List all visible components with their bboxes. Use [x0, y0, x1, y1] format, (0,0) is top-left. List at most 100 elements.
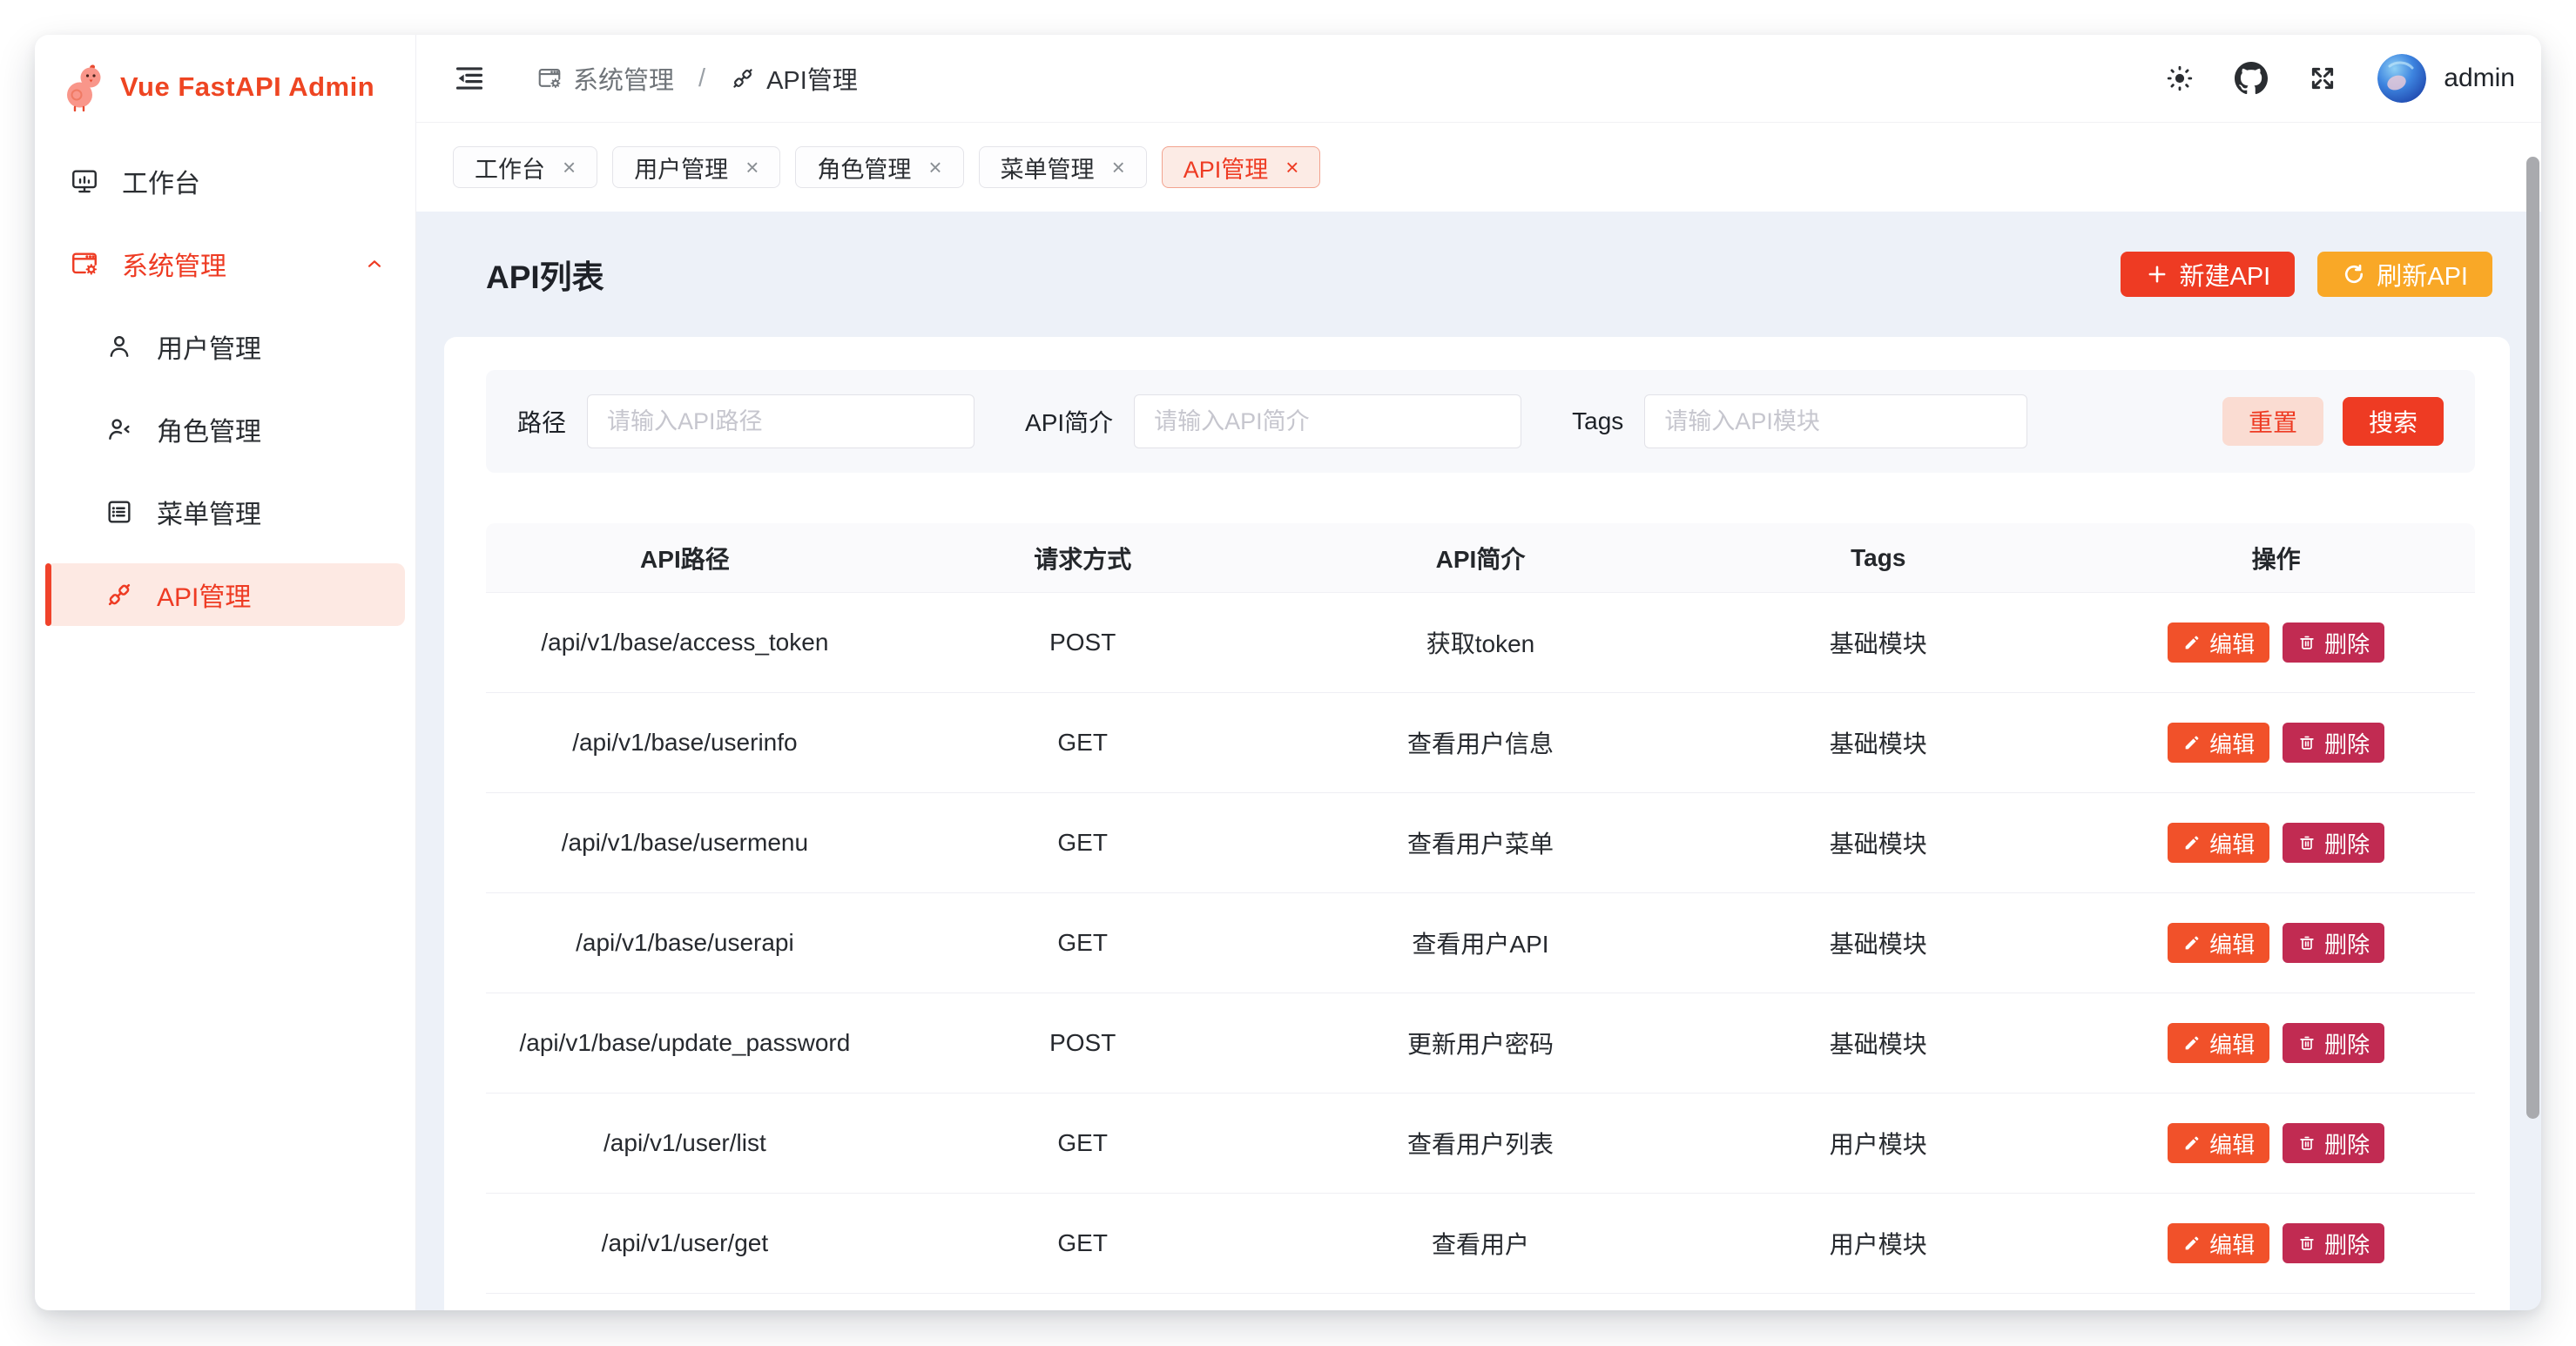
scrollbar-thumb[interactable] — [2526, 157, 2539, 1119]
delete-button[interactable]: 删除 — [2283, 1223, 2384, 1263]
edit-button[interactable]: 编辑 — [2168, 1023, 2269, 1063]
edit-label: 编辑 — [2209, 1228, 2255, 1260]
sidebar-menu: 工作台 系统管理 — [35, 139, 415, 626]
sidebar-item-users[interactable]: 用户管理 — [45, 315, 405, 378]
theme-toggle-sun-icon[interactable] — [2165, 64, 2195, 93]
sidebar-item-menus[interactable]: 菜单管理 — [45, 481, 405, 543]
table-card: 路径 API简介 Tags 重置 搜索 — [444, 337, 2510, 1310]
page-content: API列表 新建API 刷新API — [416, 212, 2541, 1310]
close-icon[interactable]: × — [1112, 156, 1125, 178]
filter-bar: 路径 API简介 Tags 重置 搜索 — [486, 370, 2475, 473]
collapse-sidebar-icon[interactable] — [453, 62, 486, 95]
user-menu[interactable]: admin — [2377, 54, 2515, 103]
sidebar-item-label: 菜单管理 — [157, 493, 261, 531]
refresh-api-button[interactable]: 刷新API — [2317, 252, 2492, 297]
close-icon[interactable]: × — [1285, 156, 1298, 178]
trash-icon — [2297, 633, 2316, 652]
sidebar-item-workbench[interactable]: 工作台 — [45, 150, 405, 212]
cell-summary: 查看用户信息 — [1282, 725, 1680, 760]
delete-label: 删除 — [2324, 1027, 2370, 1060]
edit-button[interactable]: 编辑 — [2168, 1223, 2269, 1263]
delete-button[interactable]: 删除 — [2283, 623, 2384, 663]
edit-label: 编辑 — [2209, 627, 2255, 659]
tab-bar: 工作台 × 用户管理 × 角色管理 × 菜单管理 × API管理 × — [416, 123, 2541, 212]
create-api-button[interactable]: 新建API — [2121, 252, 2296, 297]
col-summary: API简介 — [1282, 541, 1680, 575]
monitor-icon — [70, 166, 99, 196]
pencil-icon — [2182, 833, 2202, 852]
cell-tags: 基础模块 — [1679, 725, 2077, 760]
edit-label: 编辑 — [2209, 827, 2255, 859]
tab-api[interactable]: API管理 × — [1162, 146, 1321, 188]
cell-summary: 获取token — [1282, 625, 1680, 660]
cell-api-path: /api/v1/user/list — [486, 1129, 884, 1157]
cell-actions: 编辑 删除 — [2077, 823, 2475, 863]
tags-filter-input[interactable] — [1644, 394, 2027, 448]
cell-actions: 编辑 删除 — [2077, 623, 2475, 663]
breadcrumb-separator: / — [698, 64, 705, 93]
pencil-icon — [2182, 1134, 2202, 1153]
edit-button[interactable]: 编辑 — [2168, 623, 2269, 663]
tab-menus[interactable]: 菜单管理 × — [979, 146, 1147, 188]
table-row: /api/v1/user/list GET 查看用户列表 用户模块 编辑 — [486, 1094, 2475, 1194]
edit-button[interactable]: 编辑 — [2168, 723, 2269, 763]
reset-button[interactable]: 重置 — [2222, 397, 2323, 446]
top-header: 系统管理 / API管理 — [416, 35, 2541, 123]
cell-summary: 查看用户 — [1282, 1226, 1680, 1261]
tags-filter-label: Tags — [1572, 407, 1623, 435]
delete-label: 删除 — [2324, 1228, 2370, 1260]
refresh-api-label: 刷新API — [2377, 256, 2468, 293]
refresh-icon — [2342, 262, 2366, 286]
cell-summary: 更新用户密码 — [1282, 1026, 1680, 1060]
sidebar-item-label: 系统管理 — [122, 245, 226, 283]
delete-label: 删除 — [2324, 727, 2370, 759]
edit-button[interactable]: 编辑 — [2168, 1123, 2269, 1163]
summary-filter-input[interactable] — [1134, 394, 1521, 448]
cell-actions: 编辑 删除 — [2077, 923, 2475, 963]
plus-icon — [2145, 262, 2169, 286]
breadcrumb-api[interactable]: API管理 — [730, 60, 858, 97]
close-icon[interactable]: × — [928, 156, 941, 178]
tab-label: 工作台 — [475, 151, 545, 185]
table-row: /api/v1/base/userapi GET 查看用户API 基础模块 编辑 — [486, 893, 2475, 993]
delete-button[interactable]: 删除 — [2283, 923, 2384, 963]
edit-button[interactable]: 编辑 — [2168, 823, 2269, 863]
cell-actions: 编辑 删除 — [2077, 1023, 2475, 1063]
path-filter-input[interactable] — [587, 394, 974, 448]
api-table: API路径 请求方式 API简介 Tags 操作 /api/v1/base/ac… — [486, 523, 2475, 1294]
table-row: /api/v1/base/access_token POST 获取token 基… — [486, 593, 2475, 693]
app-logo[interactable]: Vue FastAPI Admin — [35, 35, 415, 139]
sidebar-item-api[interactable]: API管理 — [45, 563, 405, 626]
delete-button[interactable]: 删除 — [2283, 1023, 2384, 1063]
delete-label: 删除 — [2324, 827, 2370, 859]
breadcrumb: 系统管理 / API管理 — [536, 60, 858, 97]
tab-roles[interactable]: 角色管理 × — [795, 146, 963, 188]
table-row: /api/v1/base/userinfo GET 查看用户信息 基础模块 编辑 — [486, 693, 2475, 793]
trash-icon — [2297, 1134, 2316, 1153]
github-icon[interactable] — [2235, 62, 2268, 95]
delete-label: 删除 — [2324, 1127, 2370, 1160]
sidebar-item-roles[interactable]: 角色管理 — [45, 398, 405, 461]
search-button[interactable]: 搜索 — [2343, 397, 2444, 446]
sidebar: Vue FastAPI Admin 工作台 — [35, 35, 416, 1310]
cell-tags: 用户模块 — [1679, 1126, 2077, 1161]
tab-users[interactable]: 用户管理 × — [612, 146, 780, 188]
sidebar-item-system[interactable]: 系统管理 — [45, 232, 405, 295]
close-icon[interactable]: × — [563, 156, 576, 178]
table-row: /api/v1/base/update_password POST 更新用户密码… — [486, 993, 2475, 1094]
edit-button[interactable]: 编辑 — [2168, 923, 2269, 963]
breadcrumb-system[interactable]: 系统管理 — [536, 60, 674, 97]
cell-actions: 编辑 删除 — [2077, 1223, 2475, 1263]
sidebar-item-label: 工作台 — [122, 162, 200, 200]
cell-method: GET — [884, 929, 1282, 957]
delete-button[interactable]: 删除 — [2283, 823, 2384, 863]
trash-icon — [2297, 1234, 2316, 1253]
cell-api-path: /api/v1/base/access_token — [486, 629, 884, 656]
close-icon[interactable]: × — [745, 156, 759, 178]
main-area: 系统管理 / API管理 — [416, 35, 2541, 1310]
fullscreen-icon[interactable] — [2308, 64, 2337, 93]
delete-button[interactable]: 删除 — [2283, 1123, 2384, 1163]
tab-workbench[interactable]: 工作台 × — [453, 146, 597, 188]
delete-button[interactable]: 删除 — [2283, 723, 2384, 763]
cell-method: GET — [884, 829, 1282, 857]
